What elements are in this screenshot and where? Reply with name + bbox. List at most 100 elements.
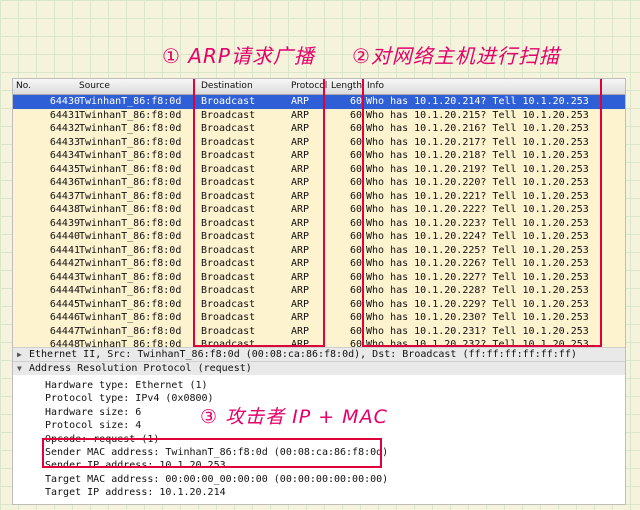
detail-field[interactable]: Opcode: request (1) [13, 433, 625, 446]
cell-destination: Broadcast [201, 177, 256, 188]
packet-row[interactable]: 64440 TwinhanT_86:f8:0d Broadcast ARP 60 Who … [13, 230, 625, 244]
packet-row[interactable]: 64442 TwinhanT_86:f8:0d Broadcast ARP 60 Who … [13, 257, 625, 271]
detail-field-text: Sender MAC address: TwinhanT_86:f8:0d (0… [45, 447, 389, 458]
cell-destination: Broadcast [201, 258, 256, 269]
cell-no: 64435 [49, 163, 80, 175]
column-destination[interactable]: Destination [201, 81, 253, 91]
cell-protocol: ARP [291, 190, 310, 202]
cell-no: 64439 [49, 217, 80, 229]
cell-source: TwinhanT_86:f8:0d [79, 258, 182, 269]
cell-length: 60 [349, 204, 362, 215]
cell-source: TwinhanT_86:f8:0d [79, 96, 182, 107]
packet-row[interactable]: 64443 TwinhanT_86:f8:0d Broadcast ARP 60 Who … [13, 270, 625, 284]
detail-field-text: Hardware type: Ethernet (1) [45, 380, 208, 391]
detail-field[interactable]: Target IP address: 10.1.20.214 [13, 486, 625, 499]
detail-field-text: Target IP address: 10.1.20.214 [45, 487, 226, 499]
cell-protocol: ARP [291, 136, 310, 148]
detail-field-text: Protocol size: 4 [45, 420, 142, 432]
collapse-triangle-icon[interactable]: ▼ [17, 362, 22, 375]
cell-no: 64446 [49, 312, 80, 323]
cell-destination: Broadcast [201, 231, 256, 242]
packet-row[interactable]: 64437 TwinhanT_86:f8:0d Broadcast ARP 60 Who … [13, 189, 625, 203]
detail-field[interactable]: Sender MAC address: TwinhanT_86:f8:0d (0… [13, 446, 625, 459]
detail-field[interactable]: Hardware type: Ethernet (1) [13, 379, 625, 392]
cell-length: 60 [349, 217, 362, 229]
packet-row[interactable]: 64447 TwinhanT_86:f8:0d Broadcast ARP 60 Who … [13, 324, 625, 338]
detail-arp-text: Address Resolution Protocol (request) [29, 363, 252, 374]
packet-row[interactable]: 64430 TwinhanT_86:f8:0d Broadcast ARP 60 Who … [13, 95, 625, 109]
cell-length: 60 [349, 163, 362, 175]
cell-info: Who has 10.1.20.221? Tell 10.1.20.253 [366, 190, 589, 202]
cell-protocol: ARP [291, 244, 310, 256]
cell-protocol: ARP [291, 109, 310, 121]
cell-protocol: ARP [291, 96, 310, 107]
cell-source: TwinhanT_86:f8:0d [79, 109, 182, 121]
cell-info: Who has 10.1.20.230? Tell 10.1.20.253 [366, 312, 589, 323]
cell-source: TwinhanT_86:f8:0d [79, 312, 182, 323]
expand-triangle-icon[interactable]: ▶ [17, 348, 22, 361]
cell-protocol: ARP [291, 258, 310, 269]
column-no[interactable]: No. [16, 81, 31, 91]
packet-row[interactable]: 64433 TwinhanT_86:f8:0d Broadcast ARP 60 Who … [13, 135, 625, 149]
cell-info: Who has 10.1.20.225? Tell 10.1.20.253 [366, 244, 589, 256]
packet-row[interactable]: 64435 TwinhanT_86:f8:0d Broadcast ARP 60 Who … [13, 162, 625, 176]
column-length[interactable]: Length [331, 81, 362, 91]
column-protocol[interactable]: Protocol [291, 81, 327, 91]
detail-arp[interactable]: ▼ Address Resolution Protocol (request) [13, 361, 625, 375]
cell-destination: Broadcast [201, 271, 256, 283]
cell-source: TwinhanT_86:f8:0d [79, 217, 182, 229]
cell-info: Who has 10.1.20.231? Tell 10.1.20.253 [366, 325, 589, 337]
cell-no: 64432 [49, 123, 80, 134]
cell-info: Who has 10.1.20.218? Tell 10.1.20.253 [366, 150, 589, 161]
detail-field[interactable]: Sender IP address: 10.1.20.253 [13, 459, 625, 472]
cell-info: Who has 10.1.20.229? Tell 10.1.20.253 [366, 298, 589, 310]
cell-destination: Broadcast [201, 244, 256, 256]
cell-length: 60 [349, 190, 362, 202]
cell-no: 64431 [49, 109, 80, 121]
cell-destination: Broadcast [201, 285, 256, 296]
packet-row[interactable]: 64444 TwinhanT_86:f8:0d Broadcast ARP 60 Who … [13, 284, 625, 298]
cell-source: TwinhanT_86:f8:0d [79, 150, 182, 161]
packet-row[interactable]: 64445 TwinhanT_86:f8:0d Broadcast ARP 60 Who … [13, 297, 625, 311]
cell-no: 64434 [49, 150, 80, 161]
cell-no: 64444 [49, 285, 80, 296]
cell-protocol: ARP [291, 271, 310, 283]
cell-protocol: ARP [291, 150, 310, 161]
cell-info: Who has 10.1.20.227? Tell 10.1.20.253 [366, 271, 589, 283]
cell-no: 64442 [49, 258, 80, 269]
detail-field-text: Opcode: request (1) [45, 433, 160, 445]
packet-row[interactable]: 64436 TwinhanT_86:f8:0d Broadcast ARP 60 Who … [13, 176, 625, 190]
cell-source: TwinhanT_86:f8:0d [79, 298, 182, 310]
packet-row[interactable]: 64438 TwinhanT_86:f8:0d Broadcast ARP 60 Who … [13, 203, 625, 217]
packet-list-header: No. Source Destination Protocol Length I… [13, 79, 625, 95]
cell-length: 60 [349, 298, 362, 310]
cell-info: Who has 10.1.20.217? Tell 10.1.20.253 [366, 136, 589, 148]
detail-ethernet[interactable]: ▶ Ethernet II, Src: TwinhanT_86:f8:0d (0… [13, 347, 625, 361]
cell-length: 60 [349, 123, 362, 134]
cell-info: Who has 10.1.20.224? Tell 10.1.20.253 [366, 231, 589, 242]
cell-length: 60 [349, 150, 362, 161]
packet-row[interactable]: 64441 TwinhanT_86:f8:0d Broadcast ARP 60 Who … [13, 243, 625, 257]
cell-destination: Broadcast [201, 217, 256, 229]
cell-destination: Broadcast [201, 298, 256, 310]
packet-row[interactable]: 64431 TwinhanT_86:f8:0d Broadcast ARP 60 Who … [13, 108, 625, 122]
column-info[interactable]: Info [367, 81, 384, 91]
cell-destination: Broadcast [201, 325, 256, 337]
cell-source: TwinhanT_86:f8:0d [79, 244, 182, 256]
column-source[interactable]: Source [79, 81, 110, 91]
packet-row[interactable]: 64446 TwinhanT_86:f8:0d Broadcast ARP 60 Who … [13, 311, 625, 325]
cell-info: Who has 10.1.20.216? Tell 10.1.20.253 [366, 123, 589, 134]
detail-field[interactable]: Target MAC address: 00:00:00_00:00:00 (0… [13, 473, 625, 486]
cell-protocol: ARP [291, 325, 310, 337]
packet-row[interactable]: 64439 TwinhanT_86:f8:0d Broadcast ARP 60 Who … [13, 216, 625, 230]
cell-no: 64438 [49, 204, 80, 215]
cell-info: Who has 10.1.20.219? Tell 10.1.20.253 [366, 163, 589, 175]
cell-source: TwinhanT_86:f8:0d [79, 190, 182, 202]
cell-info: Who has 10.1.20.215? Tell 10.1.20.253 [366, 109, 589, 121]
packet-row[interactable]: 64434 TwinhanT_86:f8:0d Broadcast ARP 60 Who … [13, 149, 625, 163]
cell-destination: Broadcast [201, 204, 256, 215]
packet-row[interactable]: 64432 TwinhanT_86:f8:0d Broadcast ARP 60 Who … [13, 122, 625, 136]
cell-protocol: ARP [291, 231, 310, 242]
cell-no: 64443 [49, 271, 80, 283]
cell-length: 60 [349, 96, 362, 107]
